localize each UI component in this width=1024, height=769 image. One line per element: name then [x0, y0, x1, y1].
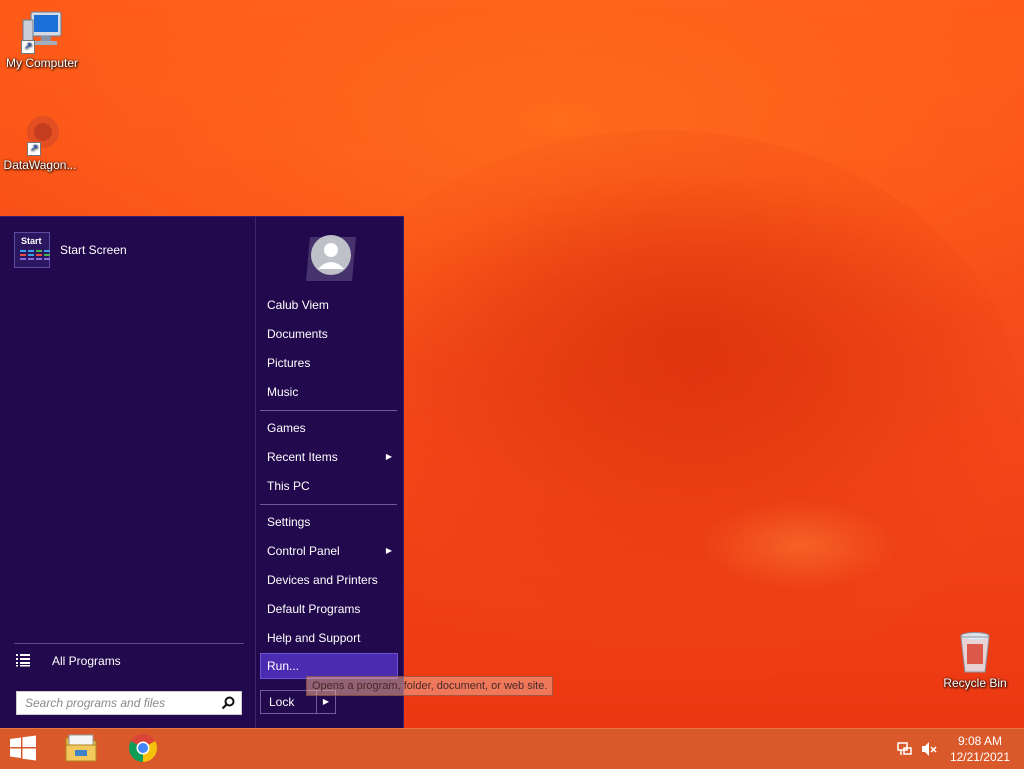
start-menu-left-pane: Start Start Screen All Programs [0, 217, 254, 729]
menu-item-label: Recent Items [267, 450, 338, 464]
search-input[interactable] [23, 695, 217, 711]
menu-item-label: Documents [267, 327, 328, 341]
menu-item-settings[interactable]: Settings [260, 509, 398, 535]
menu-item-music[interactable]: Music [260, 379, 398, 405]
start-screen-icon: Start [14, 232, 50, 268]
menu-item-label: Control Panel [267, 544, 340, 558]
chrome-icon [128, 733, 158, 766]
run-tooltip: Opens a program, folder, document, or we… [306, 676, 554, 696]
menu-item-label: Pictures [267, 356, 311, 370]
volume-muted-icon[interactable] [920, 741, 938, 760]
divider [260, 504, 397, 505]
divider [14, 643, 244, 644]
recycle-bin-icon [952, 630, 998, 674]
taskbar-chrome[interactable] [120, 729, 166, 769]
divider [260, 410, 397, 411]
menu-item-control-panel[interactable]: Control Panel ▶ [260, 538, 398, 564]
network-icon[interactable] [897, 741, 913, 760]
wallpaper-wave [300, 130, 1020, 690]
windows-logo-icon [9, 735, 37, 764]
menu-item-label: Help and Support [267, 631, 361, 645]
menu-item-label: This PC [267, 479, 310, 493]
menu-item-user[interactable]: Calub Viem [260, 292, 398, 318]
menu-item-label: Settings [267, 515, 311, 529]
search-icon[interactable] [221, 696, 235, 713]
menu-item-label: Devices and Printers [267, 573, 378, 587]
shortcut-arrow-icon: ↗ [21, 40, 35, 54]
start-button[interactable] [0, 729, 46, 769]
list-icon [16, 653, 30, 670]
datawagon-icon: ↗ [17, 112, 63, 156]
all-programs-label: All Programs [52, 654, 121, 668]
menu-item-documents[interactable]: Documents [260, 321, 398, 347]
menu-item-label: Run... [267, 659, 300, 673]
start-tile-text: Start [21, 236, 42, 246]
submenu-arrow-icon: ▶ [385, 546, 392, 555]
start-menu-right-pane: Calub Viem Documents Pictures Music Game… [255, 217, 404, 729]
taskbar-file-explorer[interactable] [58, 729, 104, 769]
menu-item-default-programs[interactable]: Default Programs [260, 596, 398, 622]
computer-icon: ↗ [19, 10, 65, 54]
menu-item-devices-printers[interactable]: Devices and Printers [260, 567, 398, 593]
desktop-icon-datawagon[interactable]: ↗ DataWagon... [0, 112, 82, 172]
desktop-icon-label: My Computer [5, 56, 79, 70]
start-screen-label: Start Screen [60, 243, 127, 257]
menu-item-this-pc[interactable]: This PC [260, 473, 398, 499]
menu-item-pictures[interactable]: Pictures [260, 350, 398, 376]
folder-icon [64, 733, 98, 766]
menu-item-games[interactable]: Games [260, 415, 398, 441]
clock[interactable]: 9:08 AM 12/21/2021 [950, 733, 1010, 765]
start-screen-item[interactable]: Start Start Screen [14, 231, 127, 269]
desktop-icon-label: Recycle Bin [943, 676, 1007, 690]
taskbar: 9:08 AM 12/21/2021 [0, 728, 1024, 769]
desktop-icon-recycle-bin[interactable]: Recycle Bin [933, 630, 1017, 690]
menu-item-recent-items[interactable]: Recent Items ▶ [260, 444, 398, 470]
clock-date: 12/21/2021 [949, 750, 1010, 764]
clock-time: 9:08 AM [957, 734, 1002, 748]
desktop-icon-my-computer[interactable]: ↗ My Computer [0, 10, 84, 70]
wallpaper-highlight [700, 500, 900, 590]
submenu-arrow-icon: ▶ [385, 452, 392, 461]
search-box[interactable] [16, 691, 242, 715]
desktop-icon-label: DataWagon... [3, 158, 77, 172]
menu-item-help-support[interactable]: Help and Support [260, 625, 398, 651]
start-menu: Start Start Screen All Programs Search p… [0, 216, 404, 729]
all-programs-button[interactable]: All Programs [16, 649, 121, 673]
menu-item-label: Games [267, 421, 306, 435]
shortcut-arrow-icon: ↗ [27, 142, 41, 156]
user-avatar-icon[interactable] [304, 233, 358, 285]
menu-item-label: Calub Viem [267, 298, 329, 312]
menu-item-label: Music [267, 385, 299, 399]
menu-item-label: Default Programs [267, 602, 361, 616]
